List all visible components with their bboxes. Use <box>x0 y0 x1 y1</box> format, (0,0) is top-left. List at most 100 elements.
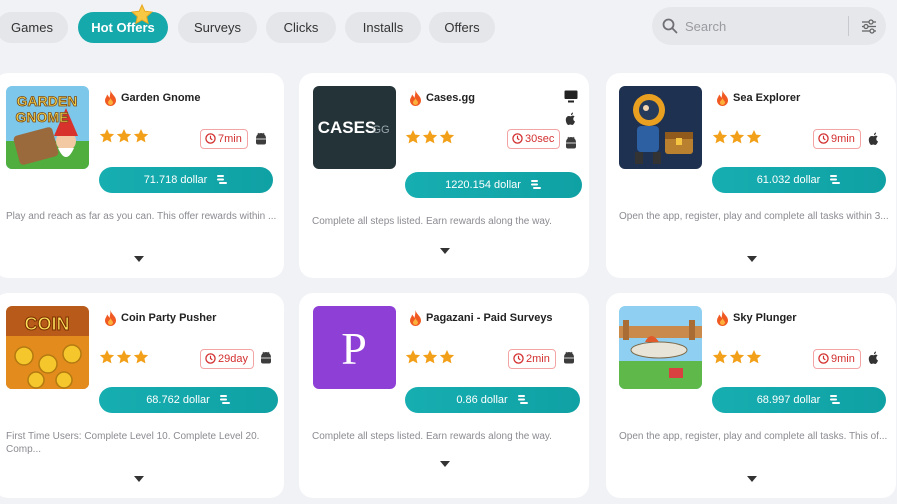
svg-text:GNOME: GNOME <box>16 109 69 125</box>
rating-stars <box>99 128 155 145</box>
rating-stars <box>712 349 768 366</box>
reward-button[interactable]: 61.032 dollar <box>712 167 886 193</box>
fire-icon <box>410 310 421 326</box>
tab-clicks[interactable]: Clicks <box>266 12 336 43</box>
coins-icon <box>517 395 528 404</box>
search-input[interactable] <box>685 16 845 36</box>
time-text: 2min <box>526 353 550 365</box>
tab-label: Installs <box>362 20 404 35</box>
chevron-down-icon[interactable] <box>134 256 144 262</box>
offer-description: Open the app, register, play and complet… <box>619 211 889 222</box>
star-icon <box>99 129 115 143</box>
fire-icon <box>105 310 116 326</box>
star-icon <box>422 130 438 144</box>
reward-button[interactable]: 68.997 dollar <box>712 387 886 413</box>
offer-image <box>619 86 702 169</box>
coins-icon <box>830 395 841 404</box>
android-icon <box>256 132 266 145</box>
clock-icon <box>513 353 524 364</box>
tab-label: Games <box>11 20 53 35</box>
offer-description: First Time Users: Complete Level 10. Com… <box>6 431 260 455</box>
offer-title: Coin Party Pusher <box>121 312 217 324</box>
chevron-down-icon[interactable] <box>747 476 757 482</box>
time-text: 29day <box>218 353 248 365</box>
svg-text:GARDEN: GARDEN <box>17 93 78 109</box>
chevron-down-icon[interactable] <box>747 256 757 262</box>
image-logo-text: COIN <box>25 314 70 334</box>
reward-amount: 68.762 dollar <box>146 394 210 406</box>
offer-image: P <box>313 306 396 389</box>
star-icon <box>99 350 115 364</box>
star-icon <box>133 129 149 143</box>
desktop-icon <box>564 90 578 103</box>
time-badge: 9min <box>813 349 861 369</box>
star-icon <box>439 350 455 364</box>
star-icon <box>422 350 438 364</box>
chevron-down-icon[interactable] <box>134 476 144 482</box>
offer-title: Pagazani - Paid Surveys <box>426 312 553 324</box>
star-icon <box>712 350 728 364</box>
time-badge: 30sec <box>507 129 561 149</box>
rating-stars <box>712 129 768 146</box>
tab-surveys[interactable]: Surveys <box>178 12 257 43</box>
chevron-down-icon[interactable] <box>440 248 450 254</box>
star-icon <box>405 350 421 364</box>
chevron-down-icon[interactable] <box>440 461 450 467</box>
fire-icon <box>717 90 728 106</box>
time-badge: 29day <box>200 349 254 369</box>
tab-installs[interactable]: Installs <box>345 12 421 43</box>
offer-title: Sea Explorer <box>733 92 801 104</box>
star-icon <box>405 130 421 144</box>
reward-button[interactable]: 1220.154 dollar <box>405 172 582 198</box>
apple-icon <box>565 112 575 125</box>
time-badge: 9min <box>813 129 861 149</box>
android-icon <box>261 351 271 364</box>
coins-icon <box>830 175 841 184</box>
search-icon <box>662 18 678 34</box>
star-icon <box>116 350 132 364</box>
offer-card[interactable]: Sky Plunger 9min 68.997 dollar Open the … <box>606 293 896 498</box>
offer-card[interactable]: COIN Coin Party Pusher 29day 68.762 doll… <box>0 293 284 498</box>
rating-stars <box>405 129 461 146</box>
time-text: 9min <box>831 353 855 365</box>
clock-icon <box>512 133 523 144</box>
offer-title: Sky Plunger <box>733 312 797 324</box>
image-logo-text: CASES <box>318 118 377 137</box>
clock-icon <box>818 353 829 364</box>
offer-card[interactable]: GARDEN GNOME Garden Gnome 7min 71.718 do… <box>0 73 284 278</box>
offer-image: CASES GG <box>313 86 396 169</box>
reward-amount: 1220.154 dollar <box>445 179 521 191</box>
time-text: 30sec <box>525 133 555 145</box>
reward-button[interactable]: 68.762 dollar <box>99 387 278 413</box>
coins-icon <box>219 395 230 404</box>
tab-games[interactable]: Games <box>0 12 68 43</box>
tab-label: Surveys <box>194 20 241 35</box>
apple-icon <box>868 351 878 364</box>
star-icon <box>131 3 153 25</box>
reward-button[interactable]: 0.86 dollar <box>405 387 580 413</box>
coins-icon <box>217 175 228 184</box>
reward-button[interactable]: 71.718 dollar <box>99 167 273 193</box>
search-box <box>652 7 886 45</box>
clock-icon <box>205 133 216 144</box>
time-text: 9min <box>831 133 855 145</box>
tab-offers[interactable]: Offers <box>429 12 495 43</box>
filter-icon[interactable] <box>861 19 877 34</box>
offer-description: Complete all steps listed. Earn rewards … <box>312 431 552 442</box>
android-icon <box>564 351 574 364</box>
search-divider <box>848 16 849 36</box>
reward-amount: 0.86 dollar <box>456 394 508 406</box>
clock-icon <box>818 133 829 144</box>
star-icon <box>729 350 745 364</box>
tab-hot-offers[interactable]: Hot Offers <box>78 3 168 43</box>
offer-card[interactable]: Sea Explorer 9min 61.032 dollar Open the… <box>606 73 896 278</box>
time-badge: 2min <box>508 349 556 369</box>
android-icon <box>566 136 576 149</box>
star-icon <box>729 130 745 144</box>
offer-card[interactable]: P Pagazani - Paid Surveys 2min 0.86 doll… <box>299 293 589 498</box>
offer-card[interactable]: CASES GG Cases.gg 30sec 1220.154 dollar … <box>299 73 589 278</box>
reward-amount: 61.032 dollar <box>756 174 821 186</box>
star-icon <box>133 350 149 364</box>
offer-image <box>619 306 702 389</box>
clock-icon <box>205 353 216 364</box>
